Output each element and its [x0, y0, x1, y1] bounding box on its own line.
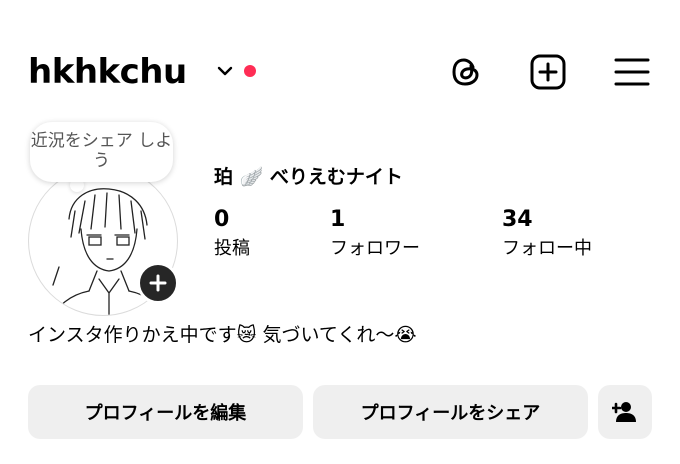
- posts-label: 投稿: [214, 238, 250, 259]
- discover-people-button[interactable]: [598, 385, 652, 439]
- plus-icon: [149, 274, 167, 292]
- stat-following[interactable]: 34 フォロー中: [502, 206, 592, 262]
- posts-count: 0: [214, 207, 230, 232]
- followers-count: 1: [330, 207, 346, 232]
- share-profile-button[interactable]: プロフィールをシェア: [313, 385, 588, 439]
- display-name: 珀 🪽 べりえむナイト: [214, 166, 403, 188]
- notification-dot: [244, 65, 256, 77]
- following-count: 34: [502, 207, 533, 232]
- followers-label: フォロワー: [330, 238, 420, 259]
- edit-profile-button[interactable]: プロフィールを編集: [28, 385, 303, 439]
- threads-icon[interactable]: [444, 50, 488, 94]
- create-post-icon[interactable]: [526, 50, 570, 94]
- username[interactable]: hkhkchu: [28, 52, 187, 92]
- note-bubble[interactable]: 近況をシェア しよう: [30, 122, 173, 182]
- add-story-button[interactable]: [137, 262, 179, 304]
- menu-icon[interactable]: [610, 50, 654, 94]
- bio-text: インスタ作りかえ中です😿 気づいてくれ〜😭: [28, 324, 417, 346]
- stat-followers[interactable]: 1 フォロワー: [330, 206, 420, 262]
- chevron-down-icon[interactable]: [214, 60, 236, 82]
- add-person-icon: [612, 402, 636, 422]
- stat-posts[interactable]: 0 投稿: [214, 206, 250, 262]
- profile-header: hkhkchu: [28, 48, 668, 98]
- following-label: フォロー中: [502, 238, 592, 259]
